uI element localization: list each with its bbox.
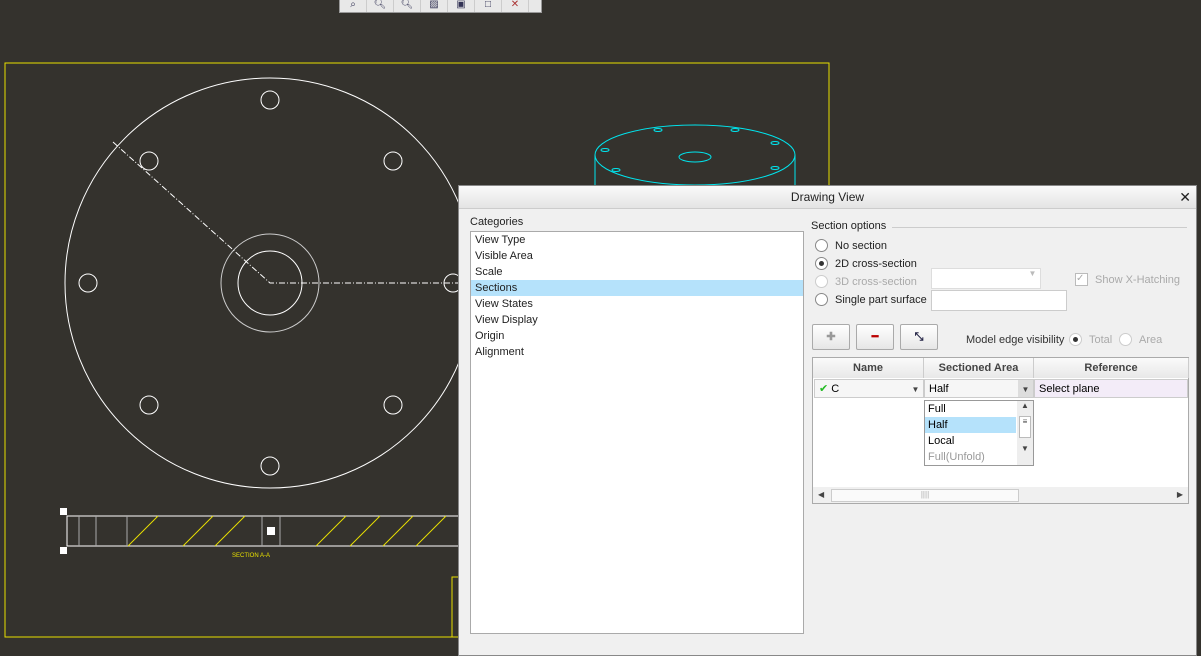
reference-cell[interactable]: Select plane	[1034, 379, 1188, 398]
category-scale[interactable]: Scale	[471, 264, 803, 280]
header-name[interactable]: Name	[813, 358, 924, 378]
dialog-title-bar[interactable]: Drawing View ✕	[459, 186, 1196, 209]
category-alignment[interactable]: Alignment	[471, 344, 803, 360]
section-name-select[interactable]: ✔ C ▼	[814, 379, 924, 398]
option-full[interactable]: Full	[925, 401, 1016, 417]
top-view[interactable]	[64, 77, 476, 489]
3d-cross-section-radio[interactable]: 3D cross-section	[815, 275, 917, 288]
model-isometric-view[interactable]	[594, 124, 796, 186]
category-view-type[interactable]: View Type	[471, 232, 803, 248]
option-local[interactable]: Local	[925, 433, 1016, 449]
show-xhatching-checkbox[interactable]: ✓ Show X-Hatching	[1075, 273, 1180, 286]
check-icon: ✔	[819, 383, 829, 395]
sectioned-area-select[interactable]: Half ▼	[924, 379, 1034, 398]
categories-list[interactable]: View Type Visible Area Scale Sections Vi…	[470, 231, 804, 634]
divider	[892, 227, 1187, 228]
remove-section-button[interactable]: ━	[856, 324, 894, 350]
close-icon[interactable]: ✕	[1179, 186, 1191, 208]
no-section-radio[interactable]: No section	[815, 239, 887, 252]
flip-section-button[interactable]: ⤡	[900, 324, 938, 350]
header-sectioned-area[interactable]: Sectioned Area	[924, 358, 1034, 378]
section-label: SECTION A-A	[232, 553, 270, 559]
categories-label: Categories	[470, 216, 524, 228]
horizontal-scrollbar[interactable]: ◀ |||| ▶	[813, 487, 1188, 503]
drawing-view-dialog: Drawing View ✕ Categories View Type Visib…	[458, 185, 1197, 656]
section-options-label: Section options	[811, 220, 887, 232]
total-radio[interactable]: Total	[1069, 333, 1112, 346]
add-section-button[interactable]: ✚	[812, 324, 850, 350]
sectioned-area-dropdown: Full Half Local Full(Unfold) ▲ ≡ ▼	[924, 400, 1034, 466]
category-sections[interactable]: Sections	[471, 280, 803, 296]
option-half[interactable]: Half	[925, 417, 1016, 433]
dialog-title: Drawing View	[790, 190, 865, 204]
header-reference[interactable]: Reference	[1034, 358, 1189, 378]
single-part-surface-radio[interactable]: Single part surface	[815, 293, 927, 306]
3d-section-select[interactable]: ▼	[931, 268, 1041, 289]
category-visible-area[interactable]: Visible Area	[471, 248, 803, 264]
option-full-unfold[interactable]: Full(Unfold)	[925, 449, 1016, 465]
single-part-surface-input[interactable]	[931, 290, 1067, 311]
sections-table: Name Sectioned Area Reference ✔ C ▼ Half ▼…	[812, 357, 1189, 504]
category-origin[interactable]: Origin	[471, 328, 803, 344]
model-edge-visibility-label: Model edge visibility	[966, 334, 1065, 346]
category-view-display[interactable]: View Display	[471, 312, 803, 328]
area-radio[interactable]: Area	[1119, 333, 1162, 346]
category-view-states[interactable]: View States	[471, 296, 803, 312]
dropdown-scrollbar[interactable]: ▲ ≡ ▼	[1017, 401, 1033, 465]
section-view[interactable]: SECTION A-A	[60, 508, 468, 559]
2d-cross-section-radio[interactable]: 2D cross-section	[815, 257, 917, 270]
